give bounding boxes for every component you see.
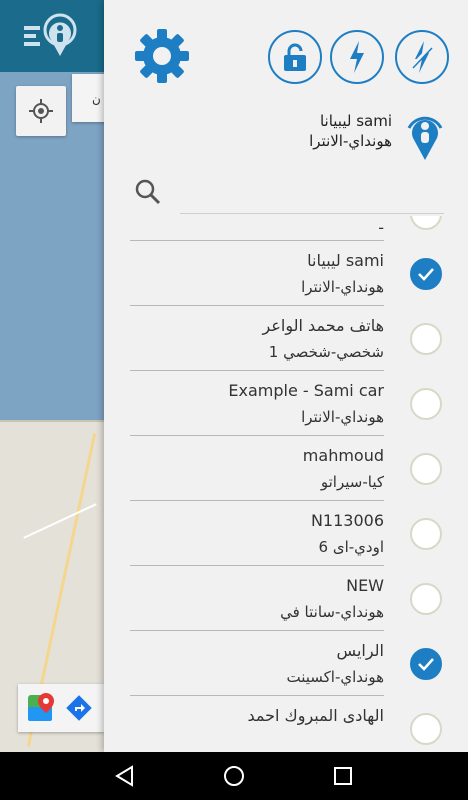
open-maps-button[interactable] bbox=[18, 684, 104, 732]
crosshair-icon bbox=[29, 99, 53, 123]
home-icon bbox=[223, 766, 244, 786]
car-checkbox[interactable] bbox=[410, 216, 442, 230]
map-chip-text: ن bbox=[92, 92, 101, 106]
car-checkbox[interactable] bbox=[410, 453, 442, 485]
location-pin-icon bbox=[407, 116, 443, 160]
lock-icon bbox=[284, 43, 306, 71]
check-icon bbox=[418, 658, 434, 671]
search-bar bbox=[134, 170, 444, 216]
car-model: - bbox=[378, 218, 384, 237]
recents-icon bbox=[334, 767, 353, 785]
car-name: ليبيانا sami bbox=[307, 251, 384, 270]
car-name: Example - Sami car bbox=[228, 381, 384, 400]
car-model: هونداي-اكسينت bbox=[286, 668, 385, 686]
system-nav-bar bbox=[0, 752, 468, 800]
list-item[interactable]: هاتف محمد الواعر شخصي-شخصي 1 bbox=[104, 306, 468, 371]
car-name: هاتف محمد الواعر bbox=[262, 316, 384, 335]
car-model: شخصي-شخصي 1 bbox=[268, 343, 384, 361]
car-checkbox[interactable] bbox=[410, 258, 442, 290]
app-logo-icon[interactable] bbox=[22, 8, 82, 60]
check-icon bbox=[418, 268, 434, 281]
list-item[interactable]: N113006 اودي-اى 6 bbox=[104, 501, 468, 566]
selected-car-model: هونداي-الانترا bbox=[309, 132, 392, 150]
lightning-icon bbox=[350, 41, 364, 73]
car-model: هونداي-الانترا bbox=[301, 278, 384, 296]
list-item-texts: Example - Sami car هونداي-الانترا bbox=[130, 371, 384, 436]
list-item[interactable]: الهادى المبروك احمد bbox=[104, 696, 468, 752]
back-button[interactable] bbox=[101, 752, 149, 800]
car-model: كيا-سيراتو bbox=[320, 473, 384, 491]
car-name: N113006 bbox=[310, 511, 384, 530]
back-icon bbox=[114, 765, 133, 787]
list-item-texts: ليبيانا sami هونداي-الانترا bbox=[130, 241, 384, 306]
car-name: الرايس bbox=[336, 641, 384, 660]
search-icon bbox=[135, 179, 161, 205]
car-name: الهادى المبروك احمد bbox=[247, 706, 384, 725]
list-item[interactable]: NEW هونداي-سانتا في bbox=[104, 566, 468, 631]
recents-button[interactable] bbox=[319, 752, 367, 800]
list-item-texts: الهادى المبروك احمد bbox=[130, 696, 384, 752]
directions-icon bbox=[66, 695, 92, 721]
list-item[interactable]: mahmoud كيا-سيراتو bbox=[104, 436, 468, 501]
app-bar bbox=[0, 0, 104, 72]
list-item[interactable]: - bbox=[104, 216, 468, 241]
car-checkbox[interactable] bbox=[410, 583, 442, 615]
engine-off-button[interactable] bbox=[395, 30, 449, 84]
car-name: NEW bbox=[346, 576, 384, 595]
list-item-texts: N113006 اودي-اى 6 bbox=[130, 501, 384, 566]
google-maps-icon bbox=[28, 693, 54, 721]
lock-button[interactable] bbox=[268, 30, 322, 84]
car-name: mahmoud bbox=[302, 446, 384, 465]
map-info-chip[interactable]: ن bbox=[72, 74, 108, 122]
list-item-texts: mahmoud كيا-سيراتو bbox=[130, 436, 384, 501]
car-list: - ليبيانا sami هونداي-الانترا هاتف محمد … bbox=[104, 216, 468, 752]
gear-icon[interactable] bbox=[134, 28, 190, 84]
search-input[interactable] bbox=[180, 174, 444, 214]
car-checkbox[interactable] bbox=[410, 388, 442, 420]
car-checkbox[interactable] bbox=[410, 518, 442, 550]
car-checkbox[interactable] bbox=[410, 648, 442, 680]
engine-on-button[interactable] bbox=[330, 30, 384, 84]
car-checkbox[interactable] bbox=[410, 713, 442, 745]
list-item-texts: الرايس هونداي-اكسينت bbox=[130, 631, 384, 696]
car-checkbox[interactable] bbox=[410, 323, 442, 355]
list-item[interactable]: ليبيانا sami هونداي-الانترا bbox=[104, 241, 468, 306]
lightning-off-icon bbox=[410, 41, 433, 73]
car-model: هونداي-الانترا bbox=[301, 408, 384, 426]
my-location-button[interactable] bbox=[16, 86, 66, 136]
navigation-drawer: ليبيانا sami هونداي-الانترا - ليبيانا sa… bbox=[104, 0, 468, 752]
selected-car-name: ليبيانا sami bbox=[319, 112, 392, 130]
home-button[interactable] bbox=[210, 752, 258, 800]
car-model: اودي-اى 6 bbox=[318, 538, 384, 556]
list-item[interactable]: الرايس هونداي-اكسينت bbox=[104, 631, 468, 696]
list-item[interactable]: Example - Sami car هونداي-الانترا bbox=[104, 371, 468, 436]
list-item-texts: NEW هونداي-سانتا في bbox=[130, 566, 384, 631]
list-item-texts: هاتف محمد الواعر شخصي-شخصي 1 bbox=[130, 306, 384, 371]
car-model: هونداي-سانتا في bbox=[280, 603, 384, 621]
list-item-texts: - bbox=[130, 216, 384, 241]
